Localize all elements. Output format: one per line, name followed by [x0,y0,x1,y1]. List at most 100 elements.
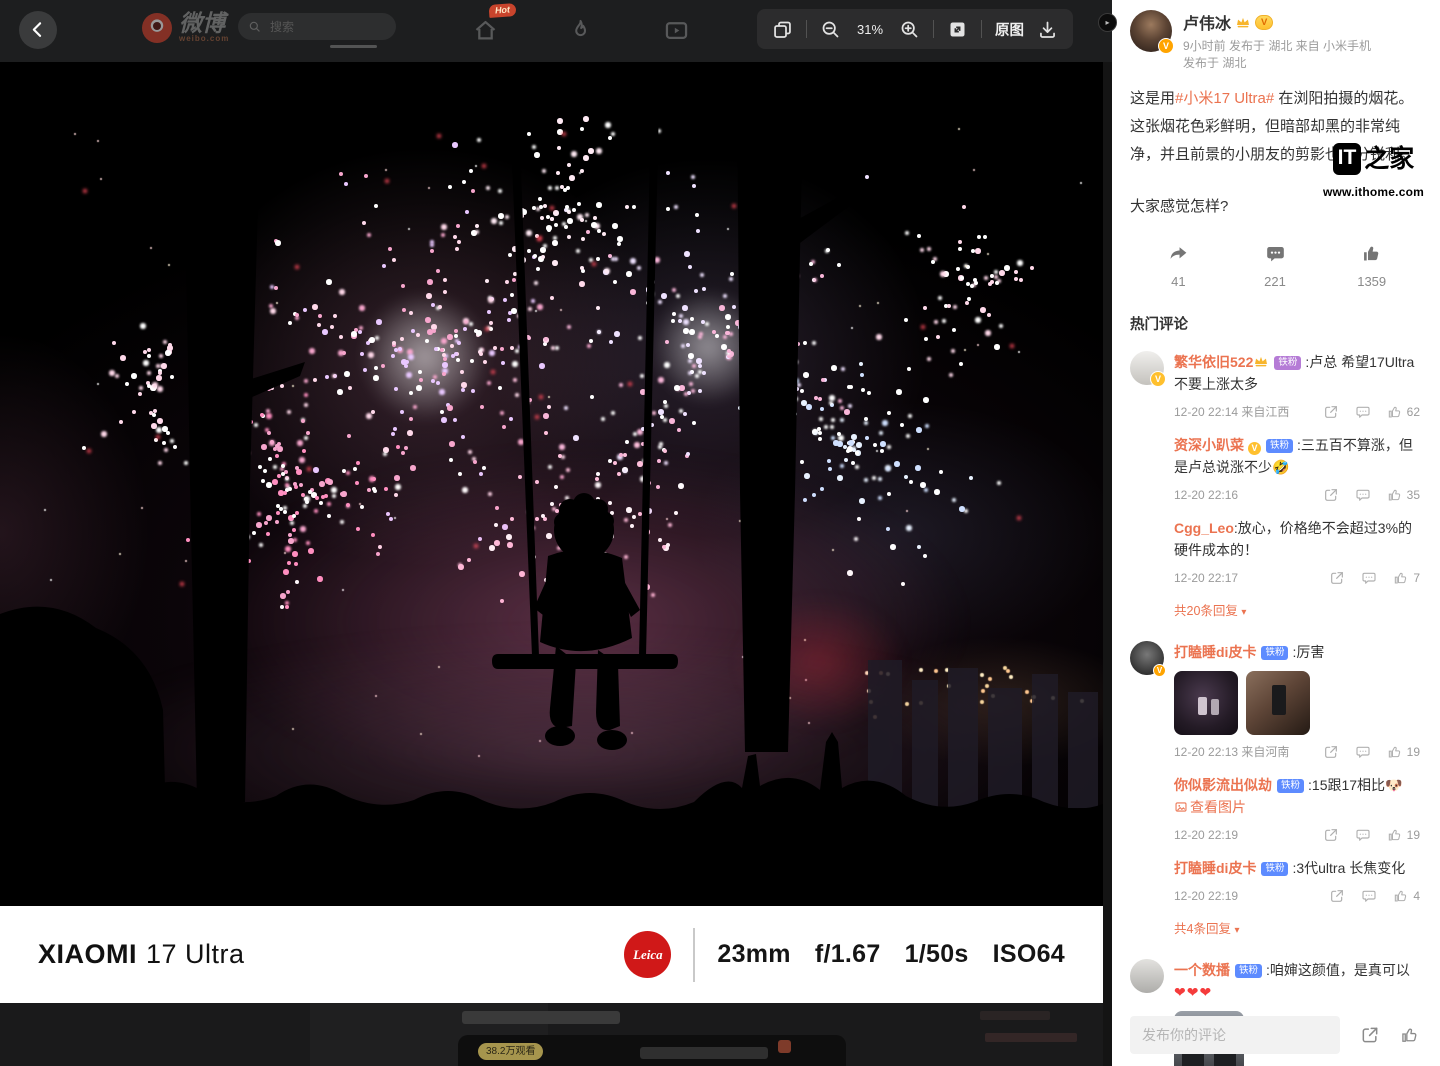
share-comment-icon[interactable] [1323,744,1339,760]
like-comment-icon[interactable] [1393,570,1409,586]
share-post-icon[interactable] [1360,1025,1380,1045]
comment-button[interactable]: 221 [1227,243,1324,289]
weibo-logo[interactable]: 微博 weibo.com [142,12,229,43]
photo-canvas[interactable]: XIAOMI 17 Ultra Leica 23mm f/1.67 1/50s I… [0,62,1103,1003]
comment-time: 12-20 22:19 [1174,827,1239,842]
exif-shutter: 1/50s [904,940,969,968]
post-source-meta: 发布于 湖北 [1183,56,1247,71]
reply-comment-icon[interactable] [1355,404,1371,420]
image-viewer-toolbar: 31% 原图 [757,9,1073,49]
comment-image-thumbnail[interactable] [1246,670,1310,735]
like-comment-icon[interactable] [1387,744,1403,760]
photo-watermark-bar: XIAOMI 17 Ultra Leica 23mm f/1.67 1/50s I… [0,906,1103,1003]
zoom-in-icon[interactable] [899,19,920,40]
like-comment-icon[interactable] [1393,888,1409,904]
like-comment-icon[interactable] [1387,487,1403,503]
exif-iso: ISO64 [992,940,1065,968]
share-comment-icon[interactable] [1323,487,1339,503]
share-comment-icon[interactable] [1329,570,1345,586]
search-icon [248,20,262,34]
post-text: 这是用 [1130,89,1176,107]
exif-focal: 23mm [717,940,791,968]
verified-badge: V [1248,441,1261,455]
hashtag-link[interactable]: #小米17 Ultra# [1175,90,1274,107]
exif-info: 23mm f/1.67 1/50s ISO64 [717,940,1065,969]
like-post-icon[interactable] [1400,1025,1420,1045]
fireworks-photo [0,62,1103,906]
like-icon [1361,243,1382,264]
reply-item: 资深小趴菜 V 铁粉:三五百不算涨，但是卢总说涨不少🤣 12-20 22:16 35 [1174,434,1420,506]
commenter-avatar[interactable] [1130,958,1164,993]
active-tab-indicator [330,45,377,48]
commenter-avatar[interactable]: V [1130,350,1166,387]
zoom-level: 31% [856,21,884,37]
search-input[interactable] [268,18,386,35]
original-image-button[interactable]: 原图 [995,19,1024,40]
share-comment-icon[interactable] [1323,827,1339,843]
zoom-out-icon[interactable] [820,19,841,40]
fan-badge: 铁粉 [1266,438,1294,453]
commenter-name[interactable]: 资深小趴菜 [1174,437,1244,453]
like-button[interactable]: 1359 [1323,243,1420,289]
tree-trunk-right [737,62,804,752]
reply-comment-icon[interactable] [1361,888,1377,904]
comment-line: 打瞌睡di皮卡 铁粉:厉害 [1174,643,1325,660]
download-icon[interactable] [1037,19,1058,40]
comment-time: 12-20 22:17 [1174,570,1239,585]
like-comment-icon[interactable] [1387,404,1403,420]
heart-emojis: ❤❤❤ [1174,983,1213,1000]
fan-badge: 铁粉 [1274,355,1302,370]
tree-trunk-left [183,62,262,802]
views-badge: 38.2万观看 [478,1043,544,1060]
commenter-name[interactable]: Cgg_Leo [1174,520,1234,536]
commenter-avatar[interactable]: V [1130,640,1166,677]
share-comment-icon[interactable] [1329,888,1345,904]
reply-comment-icon[interactable] [1361,570,1377,586]
share-comment-icon[interactable] [1323,404,1339,420]
video-nav-icon[interactable] [663,17,690,44]
fan-badge: 铁粉 [1235,963,1263,978]
comment-time: 12-20 22:16 [1174,487,1239,502]
fit-screen-icon[interactable] [947,19,968,40]
commenter-name[interactable]: 打瞌睡di皮卡 [1174,860,1256,876]
dimmed-video-card: 38.2万观看 [458,1035,846,1066]
copy-image-icon[interactable] [772,19,793,40]
more-replies-link[interactable]: 共20条回复 ▾ [1174,600,1420,624]
author-avatar[interactable]: V [1130,10,1174,54]
like-count: 1359 [1357,273,1387,289]
more-replies-link[interactable]: 共4条回复 ▾ [1174,918,1420,942]
like-comment-icon[interactable] [1387,827,1403,843]
back-button[interactable] [19,11,57,49]
home-nav-icon[interactable] [472,17,499,44]
author-name[interactable]: 卢伟冰 [1183,10,1231,34]
comment-item: V 打瞌睡di皮卡 铁粉:厉害 12-20 22:13 来自河南 19 你似影… [1130,640,1420,942]
commenter-name[interactable]: 你似影流出似劫 [1174,777,1272,793]
comment-image-thumbnail[interactable] [1174,670,1238,735]
hot-comments-title: 热门评论 [1130,316,1188,333]
commenter-name[interactable]: 一个数播 [1174,962,1230,978]
post-time-meta: 9小时前 发布于 湖北 来自 小米手机 [1183,39,1372,53]
view-image-link[interactable]: 查看图片 [1174,799,1246,815]
commenter-name[interactable]: 繁华依旧522 [1174,354,1253,370]
reply-item: 打瞌睡di皮卡 铁粉:3代ultra 长焦变化 12-20 22:19 4 [1174,857,1420,907]
fan-badge: 铁粉 [1261,861,1289,876]
reply-comment-icon[interactable] [1355,744,1371,760]
comment-item: V 繁华依旧522 铁粉:卢总 希望17Ultra不要上涨太多 12-20 22:… [1130,350,1420,624]
commenter-name[interactable]: 打瞌睡di皮卡 [1174,644,1256,660]
watermark-divider [693,927,696,982]
dimmed-text [462,1011,620,1024]
comment-count: 221 [1264,273,1286,289]
reply-comment-icon[interactable] [1355,487,1371,503]
repost-count: 41 [1171,273,1186,289]
reply-item: Cgg_Leo:放心，价格绝不会超过3%的硬件成本的！ 12-20 22:17 … [1174,517,1420,589]
exif-aperture: f/1.67 [814,940,881,968]
sidebar-collapse-handle[interactable]: ▸ [1098,13,1117,32]
crown-icon [1253,355,1269,367]
comment-like-count: 62 [1406,404,1420,419]
trending-flame-icon[interactable] [567,17,594,44]
repost-button[interactable]: 41 [1130,243,1227,289]
reply-comment-icon[interactable] [1355,827,1371,843]
search-box[interactable] [238,13,396,40]
repost-icon [1168,243,1189,264]
comment-input[interactable] [1130,1016,1340,1054]
